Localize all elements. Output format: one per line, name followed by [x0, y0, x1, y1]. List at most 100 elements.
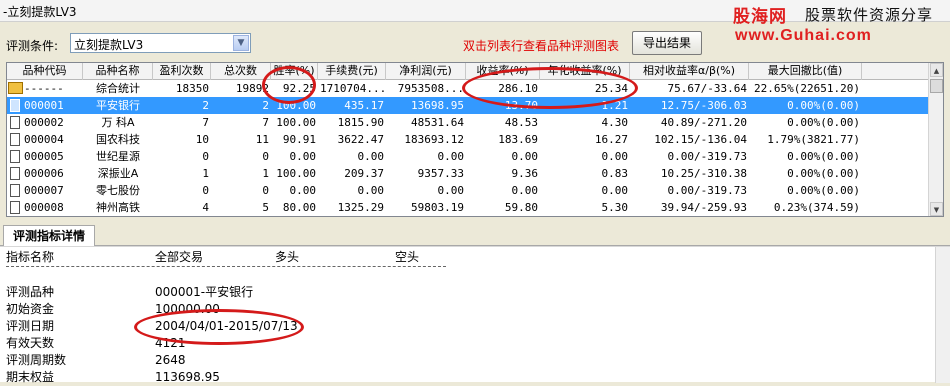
cell-drawdown: 0.00%(0.00) — [787, 167, 860, 180]
brand-watermark: 股海网 股票软件资源分享 www.Guhai.com — [733, 2, 950, 48]
detail-metric-value: 100000.00 — [155, 302, 220, 316]
cell-total: 7 — [262, 116, 269, 129]
cell-win-rate: 92.25 — [282, 82, 316, 95]
cell-win-rate: 100.00 — [276, 167, 316, 180]
table-row[interactable]: 000008 神州高铁 4 5 80.00 1325.29 59803.19 59.80 5.3… — [7, 199, 929, 216]
detail-metric-label: 初始资金 — [6, 302, 55, 316]
table-row[interactable]: 000006 深振业A 1 1 100.00 209.37 9357.33 9.36 0.83 1… — [7, 165, 929, 182]
cell-relative: 40.89/-271.20 — [660, 116, 747, 129]
cell-return: 9.36 — [511, 167, 539, 180]
table-row[interactable]: 000004 国农科技 10 11 90.91 3622.47 183693.12 183.6… — [7, 131, 929, 148]
cell-name: 神州高铁 — [96, 201, 140, 214]
window-title: -立刻提款LV3 — [3, 5, 77, 19]
cell-drawdown: 0.00%(0.00) — [787, 116, 860, 129]
detail-metric-value: 2004/04/01-2015/07/13 — [155, 319, 298, 333]
cell-win-rate: 80.00 — [282, 201, 316, 214]
cell-profit: 48531.64 — [411, 116, 464, 129]
cell-name: 平安银行 — [96, 99, 140, 112]
cell-return: 286.10 — [498, 82, 538, 95]
table-row[interactable]: ------ 综合统计 18350 19892 92.25 1710704... 79535… — [7, 80, 929, 97]
chevron-down-icon[interactable]: ▼ — [233, 35, 249, 51]
detail-metric-value: 2648 — [155, 353, 186, 367]
cell-relative: 75.67/-33.64 — [667, 82, 747, 95]
detail-vertical-scrollbar[interactable] — [935, 247, 950, 383]
hint-text: 双击列表行查看品种评测图表 — [463, 39, 620, 53]
grid-header: 品种代码 品种名称 盈利次数 总次数 胜率(%) 手续费(元) 净利润(元) 收益率(%) 年化… — [7, 63, 929, 80]
detail-metric-label: 有效天数 — [6, 336, 55, 350]
column-header-code[interactable]: 品种代码 — [7, 63, 83, 80]
scroll-down-icon[interactable]: ▼ — [930, 202, 943, 216]
cell-code: 000005 — [24, 150, 64, 163]
cell-relative: 10.25/-310.38 — [660, 167, 747, 180]
cell-profit: 0.00 — [437, 184, 465, 197]
detail-metric-value: 4121 — [155, 336, 186, 350]
cell-code: 000004 — [24, 133, 64, 146]
cell-drawdown: 0.23%(374.59) — [773, 201, 860, 214]
condition-select[interactable]: 立刻提款LV3 ▼ — [70, 33, 251, 53]
cell-code: 000007 — [24, 184, 64, 197]
cell-fee: 0.00 — [357, 150, 385, 163]
tab-metric-details[interactable]: 评测指标详情 — [3, 225, 95, 247]
cell-total: 11 — [255, 133, 269, 146]
cell-profit: 59803.19 — [411, 201, 464, 214]
cell-wins: 10 — [195, 133, 209, 146]
cell-total: 0 — [262, 150, 269, 163]
cell-win-rate: 90.91 — [282, 133, 316, 146]
cell-drawdown: 22.65%(22651.20) — [754, 82, 860, 95]
cell-drawdown: 0.00%(0.00) — [787, 99, 860, 112]
column-header-fee[interactable]: 手续费(元) — [318, 63, 386, 80]
cell-win-rate: 0.00 — [289, 184, 317, 197]
table-row[interactable]: 000001 平安银行 2 2 100.00 435.17 13698.95 13.70 1.2… — [7, 97, 929, 114]
column-header-wins[interactable]: 盈利次数 — [153, 63, 211, 80]
cell-code: 000006 — [24, 167, 64, 180]
detail-header-name: 指标名称 — [6, 250, 55, 264]
cell-fee: 0.00 — [357, 184, 385, 197]
column-header-relative[interactable]: 相对收益率α/β(%) — [630, 63, 749, 80]
cell-wins: 18350 — [175, 82, 209, 95]
column-header-return[interactable]: 收益率(%) — [466, 63, 540, 80]
cell-relative: 0.00/-319.73 — [667, 150, 747, 163]
cell-return: 59.80 — [504, 201, 538, 214]
scroll-up-icon[interactable]: ▲ — [930, 63, 943, 77]
condition-label: 评测条件: — [6, 39, 59, 53]
cell-return: 183.69 — [498, 133, 538, 146]
cell-wins: 0 — [202, 184, 209, 197]
export-results-button[interactable]: 导出结果 — [632, 31, 702, 55]
detail-separator — [6, 266, 446, 267]
cell-annual: 25.34 — [594, 82, 628, 95]
cell-profit: 13698.95 — [411, 99, 464, 112]
table-row[interactable]: 000002 万 科A 7 7 100.00 1815.90 48531.64 48.53 4.… — [7, 114, 929, 131]
cell-profit: 0.00 — [437, 150, 465, 163]
cell-relative: 0.00/-319.73 — [667, 184, 747, 197]
cell-code: ------ — [24, 82, 64, 95]
cell-relative: 102.15/-136.04 — [654, 133, 747, 146]
cell-wins: 2 — [202, 99, 209, 112]
column-header-name[interactable]: 品种名称 — [83, 63, 153, 80]
cell-annual: 0.83 — [601, 167, 629, 180]
cell-code: 000001 — [24, 99, 64, 112]
detail-metric-value: 000001-平安银行 — [155, 285, 254, 299]
column-header-profit[interactable]: 净利润(元) — [386, 63, 466, 80]
column-header-drawdown[interactable]: 最大回撤比(值) — [749, 63, 862, 80]
column-header-annual[interactable]: 年化收益率(%) — [540, 63, 630, 80]
scroll-thumb[interactable] — [930, 79, 943, 93]
detail-metric-label: 评测品种 — [6, 285, 55, 299]
detail-metric-value: 113698.95 — [155, 370, 220, 384]
grid-vertical-scrollbar[interactable]: ▲ ▼ — [928, 63, 943, 216]
brand-tagline: 股票软件资源分享 — [805, 6, 934, 24]
column-header-win-rate[interactable]: 胜率(%) — [271, 63, 318, 80]
cell-drawdown: 0.00%(0.00) — [787, 184, 860, 197]
brand-url: www.Guhai.com — [735, 27, 872, 44]
cell-fee: 1325.29 — [337, 201, 384, 214]
cell-wins: 0 — [202, 150, 209, 163]
cell-relative: 39.94/-259.93 — [660, 201, 747, 214]
cell-fee: 435.17 — [344, 99, 384, 112]
detail-panel: 指标名称 全部交易 多头 空头 评测品种 000001-平安银行 初始资金 10000… — [0, 246, 950, 384]
cell-fee: 3622.47 — [337, 133, 384, 146]
table-row[interactable]: 000007 零七股份 0 0 0.00 0.00 0.00 0.00 0.00 0.00/-31… — [7, 182, 929, 199]
column-header-total[interactable]: 总次数 — [211, 63, 271, 80]
brand-name: 股海网 — [733, 7, 787, 27]
table-row[interactable]: 000005 世纪星源 0 0 0.00 0.00 0.00 0.00 0.00 0.00/-31… — [7, 148, 929, 165]
cell-return: 48.53 — [504, 116, 538, 129]
cell-profit: 7953508... — [397, 82, 464, 95]
